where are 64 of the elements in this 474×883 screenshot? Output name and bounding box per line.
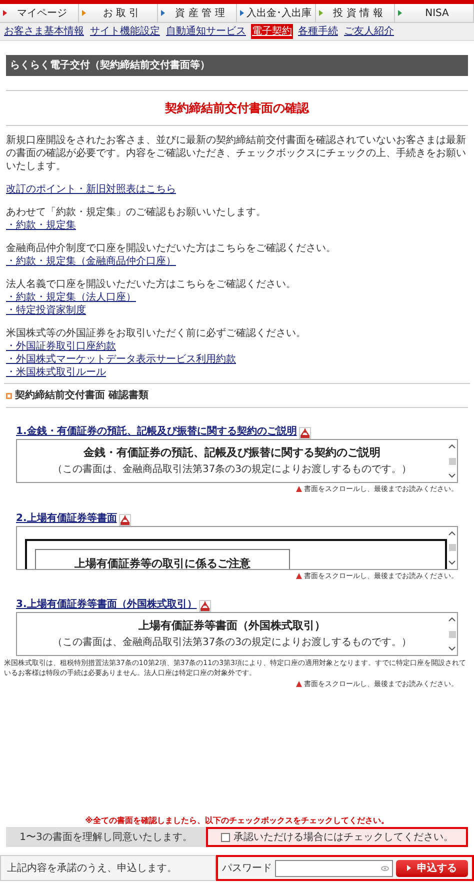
document-scroll-box[interactable]: 上場有価証券等書面（外国株式取引） （この書面は、金融商品取引法第37条の3の規定によりお渡しするものです。） [16,612,458,656]
sub-nav-link[interactable]: サイト機能設定 [89,24,161,39]
bullet-icon [6,392,12,398]
scroll-up-icon[interactable] [448,530,456,536]
sub-nav-link[interactable]: 各種手続 [297,24,339,39]
nav-tab[interactable]: お 取 引 [79,4,158,22]
sub-nav-link[interactable]: 電子契約 [251,24,293,39]
document-link[interactable]: ・米国株式取引ルール [6,366,106,379]
info-text: 米国株式等の外国証券をお取引いただく前に必ずご確認ください。 [6,327,306,340]
document-scroll-box[interactable]: 上場有価証券等の取引に係るご注意 [16,526,458,570]
scroll-down-icon[interactable] [448,646,456,651]
warning-icon [296,572,302,579]
page-header: らくらく電子交付（契約締結前交付書面等） [6,55,468,76]
document-link[interactable]: ・約款・規定集 [6,219,76,232]
page-title: 契約締結前交付書面の確認 [164,100,310,117]
document-heading: 上場有価証券等の取引に係るご注意 [74,556,250,568]
scroll-thumb[interactable] [448,630,456,638]
document-link[interactable]: ・約款・規定集（法人口座） [6,291,136,304]
agree-label: 1〜3の書面を理解し同意いたします。 [6,827,206,847]
document-link[interactable]: 3.上場有価証券等書面（外国株式取引） [16,597,197,612]
document-subheading: （この書面は、金融商品取引法第37条の3の規定によりお渡しするものです。） [52,636,412,650]
scroll-down-icon[interactable] [448,473,456,478]
nav-tab[interactable]: マイページ [0,4,79,22]
checkbox[interactable] [220,832,230,842]
arrow-icon [407,865,411,871]
document-link[interactable]: 1.金銭・有価証券の預託、記帳及び振替に関する契約のご説明 [16,424,297,439]
document-link[interactable]: ・外国株式マーケットデータ表示サービス利用約款 [6,353,236,366]
scroll-down-icon[interactable] [448,560,456,564]
scroll-thumb[interactable] [448,458,456,464]
info-text: 金融商品仲介制度で口座を開設いただいた方はこちらをご確認ください。 [6,242,336,255]
agree-checkbox-area[interactable]: 承認いただける場合にはチェックしてください。 [206,827,468,847]
document-link[interactable]: 改訂のポイント・新旧対照表はこちら [6,183,176,196]
document-link[interactable]: ・外国証券取引口座約款 [6,340,116,353]
document-heading: 上場有価証券等書面（外国株式取引） [138,618,326,634]
submit-button[interactable]: 申込する [396,860,468,876]
info-text: 法人名義で口座を開設いただいた方はこちらをご確認ください。 [6,278,296,291]
password-label: パスワード [222,862,272,876]
submit-row-text: 上記内容を承諾のうえ、申込します。 [0,855,216,881]
document-heading: 金銭・有価証券の預託、記帳及び振替に関する契約のご説明 [84,445,380,462]
password-field[interactable] [275,860,393,876]
pdf-icon[interactable] [118,514,131,526]
nav-tab[interactable]: 入出金･入出庫 [237,4,316,22]
pdf-icon[interactable] [198,600,211,612]
document-subheading: （この書面は、金融商品取引法第37条の3の規定によりお渡しするものです。） [52,462,412,477]
warning-icon [296,681,302,688]
document-scroll-box[interactable]: 金銭・有価証券の預託、記帳及び振替に関する契約のご説明 （この書面は、金融商品取引法第37条の3の規定によりお渡しするものです。） [16,439,458,483]
nav-tab[interactable]: 投 資 情 報 [316,4,395,22]
document-link[interactable]: ・特定投資家制度 [6,304,86,317]
nav-tab[interactable]: NISA [395,4,474,22]
nav-tab[interactable]: 資 産 管 理 [158,4,237,22]
scroll-up-icon[interactable] [448,617,456,622]
intro-text: 新規口座開設をされたお客さま、並びに最新の契約締結前交付書面を確認されていないお客さまは最新の書面の確認が必要です。内容をご確認いただき、チェックボックスにチェックの上、手続きをお願いいたします。 [5,134,467,173]
sub-nav-link[interactable]: 自動通知サービス [165,24,247,39]
document-link[interactable]: 2.上場有価証券等書面 [16,510,117,526]
sub-nav-link[interactable]: ご友人紹介 [343,24,395,39]
section-title: 契約締結前交付書面 確認書類 [15,388,148,403]
warning-icon [296,486,302,492]
info-text: あわせて「約款・規定集」のご確認もお願いいたします。 [6,206,266,219]
scroll-up-icon[interactable] [448,444,456,449]
scroll-thumb[interactable] [448,544,456,551]
confirm-notice: ※全ての書面を確認しましたら、以下のチェックボックスをチェックしてください。 [84,815,390,827]
sub-nav-link[interactable]: お客さま基本情報 [3,24,85,39]
pdf-icon[interactable] [298,427,311,439]
document-link[interactable]: ・約款・規定集（金融商品仲介口座） [6,255,176,268]
